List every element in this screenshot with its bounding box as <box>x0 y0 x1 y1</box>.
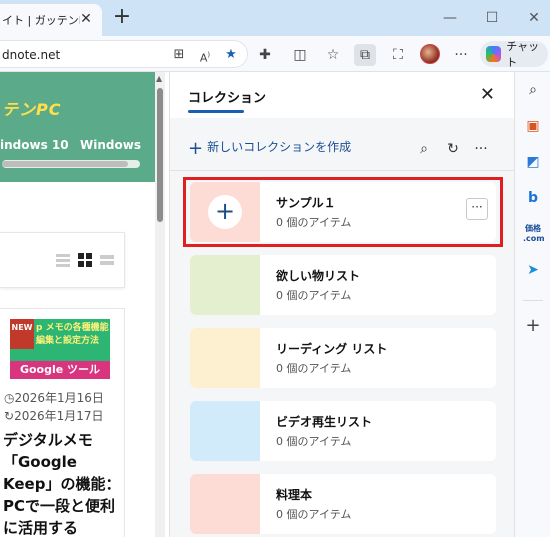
copilot-chat-button[interactable]: チャット <box>480 40 548 69</box>
panel-header: コレクション ✕ <box>170 72 515 118</box>
collection-count: 0 個のアイテム <box>276 435 352 448</box>
collection-name: リーディング リスト <box>276 342 388 356</box>
nav-windows-10[interactable]: indows 10 <box>0 138 69 152</box>
collection-count: 0 個のアイテム <box>276 508 352 521</box>
panel-toolbar: + 新しいコレクションを作成 ⌕ ↻ ··· <box>170 128 515 168</box>
updated-date: ↻2026年1月17日 <box>4 409 104 423</box>
collections-icon[interactable]: ⧉ <box>354 44 376 66</box>
maximize-icon[interactable]: ☐ <box>482 8 502 28</box>
collection-item[interactable]: ビデオ再生リスト 0 個のアイテム <box>190 401 496 461</box>
collection-item[interactable]: 料理本 0 個のアイテム <box>190 474 496 534</box>
chat-label: チャット <box>506 40 540 69</box>
collection-item[interactable]: 欲しい物リスト 0 個のアイテム <box>190 255 496 315</box>
more-menu-icon[interactable]: ··· <box>450 44 472 66</box>
published-date: ◷2026年1月16日 <box>4 391 104 405</box>
nav-scroll-thumb[interactable] <box>2 161 128 167</box>
title-underline <box>188 110 244 113</box>
grid-view-icon[interactable] <box>78 253 92 267</box>
collections-panel: コレクション ✕ + 新しいコレクションを作成 ⌕ ↻ ··· + サンプル１ 0… <box>169 72 515 537</box>
profile-avatar[interactable] <box>420 44 440 64</box>
thumbnail-caption: p メモの各種機能 編集と設定方法 <box>36 323 109 346</box>
site-logo[interactable]: テンPC <box>2 96 61 120</box>
plus-icon: + <box>188 138 204 159</box>
page-scrollbar[interactable]: ▲ <box>155 72 165 537</box>
edge-sidebar: ⌕ ▣ ◩ b 価格 .com ➤ + <box>514 72 550 537</box>
app-grid-icon[interactable]: ⊞ <box>170 46 188 64</box>
collection-thumbnail <box>190 401 260 461</box>
new-tab-button[interactable]: + <box>110 6 134 30</box>
panel-title: コレクション <box>188 91 267 106</box>
add-sidebar-app-icon[interactable]: + <box>523 316 543 336</box>
sync-icon[interactable]: ↻ <box>444 140 462 158</box>
title-bar: イト | ガッテンPC ✕ + — ☐ ✕ <box>0 0 550 36</box>
toolbox-icon[interactable]: ▣ <box>523 116 543 136</box>
collection-thumbnail <box>190 328 260 388</box>
thumbnail-banner: Google ツール <box>10 361 110 379</box>
view-toggle-box <box>0 232 125 288</box>
clock-icon: ◷ <box>4 391 15 405</box>
collection-name: ビデオ再生リスト <box>276 415 373 429</box>
sidebar-divider <box>523 300 543 301</box>
search-icon[interactable]: ⌕ <box>415 140 433 158</box>
nav-scrollbar[interactable] <box>2 160 140 168</box>
collection-name: 欲しい物リスト <box>276 269 361 283</box>
browser-toolbar: dnote.net ⊞ A) ★ ✚ ◫ ☆ ⧉ ⛶ ··· チャット <box>0 36 550 72</box>
list-view-icon[interactable] <box>56 253 70 267</box>
more-options-icon[interactable]: ··· <box>472 140 490 158</box>
send-icon[interactable]: ➤ <box>523 260 543 280</box>
collection-name: 料理本 <box>276 488 313 502</box>
new-badge: NEW <box>10 319 34 349</box>
split-screen-icon[interactable]: ◫ <box>289 44 311 66</box>
scroll-up-icon[interactable]: ▲ <box>156 74 162 83</box>
copilot-icon <box>486 46 502 62</box>
minimize-icon[interactable]: — <box>440 8 460 28</box>
create-collection-button[interactable]: + 新しいコレクションを作成 <box>188 138 351 159</box>
collection-thumbnail <box>190 255 260 315</box>
shopping-icon[interactable]: 価格 .com <box>523 224 545 244</box>
article-title[interactable]: デジタルメモ「Google Keep」の機能：PCで一段と便利に活用する <box>3 429 123 537</box>
page-scroll-thumb[interactable] <box>157 88 163 222</box>
image-creator-icon[interactable]: ◩ <box>523 152 543 172</box>
tab-close-icon[interactable]: ✕ <box>78 11 94 27</box>
site-header: テンPC indows 10 Windows <box>0 72 155 182</box>
favorites-icon[interactable]: ☆ <box>322 44 344 66</box>
compact-view-icon[interactable] <box>100 253 114 267</box>
article-thumbnail[interactable]: NEW p メモの各種機能 編集と設定方法 Google ツール <box>10 319 110 379</box>
web-page: テンPC indows 10 Windows NEW p メモの各種機能 編集と設… <box>0 72 165 537</box>
favorite-star-icon[interactable]: ★ <box>222 46 240 64</box>
browser-tab[interactable]: イト | ガッテンPC ✕ <box>0 4 102 36</box>
collection-item[interactable]: リーディング リスト 0 個のアイテム <box>190 328 496 388</box>
refresh-icon: ↻ <box>4 409 15 423</box>
search-icon[interactable]: ⌕ <box>523 80 543 100</box>
nav-windows[interactable]: Windows <box>80 138 141 152</box>
collection-count: 0 個のアイテム <box>276 289 352 302</box>
close-icon[interactable]: ✕ <box>480 86 495 104</box>
article-card[interactable]: NEW p メモの各種機能 編集と設定方法 Google ツール ◷2026年1月… <box>0 308 125 537</box>
read-aloud-icon[interactable]: A) <box>196 46 214 65</box>
bing-icon[interactable]: b <box>523 188 543 208</box>
collection-count: 0 個のアイテム <box>276 362 352 375</box>
address-bar[interactable]: dnote.net ⊞ A) ★ <box>0 40 248 68</box>
tab-title: イト | ガッテンPC <box>2 14 80 27</box>
window-close-icon[interactable]: ✕ <box>524 8 544 28</box>
highlight-box <box>183 177 503 247</box>
panel-divider <box>170 170 515 171</box>
collection-thumbnail <box>190 474 260 534</box>
extensions-icon[interactable]: ✚ <box>254 44 276 66</box>
address-text[interactable]: dnote.net <box>2 48 60 62</box>
screenshot-icon[interactable]: ⛶ <box>387 44 409 66</box>
